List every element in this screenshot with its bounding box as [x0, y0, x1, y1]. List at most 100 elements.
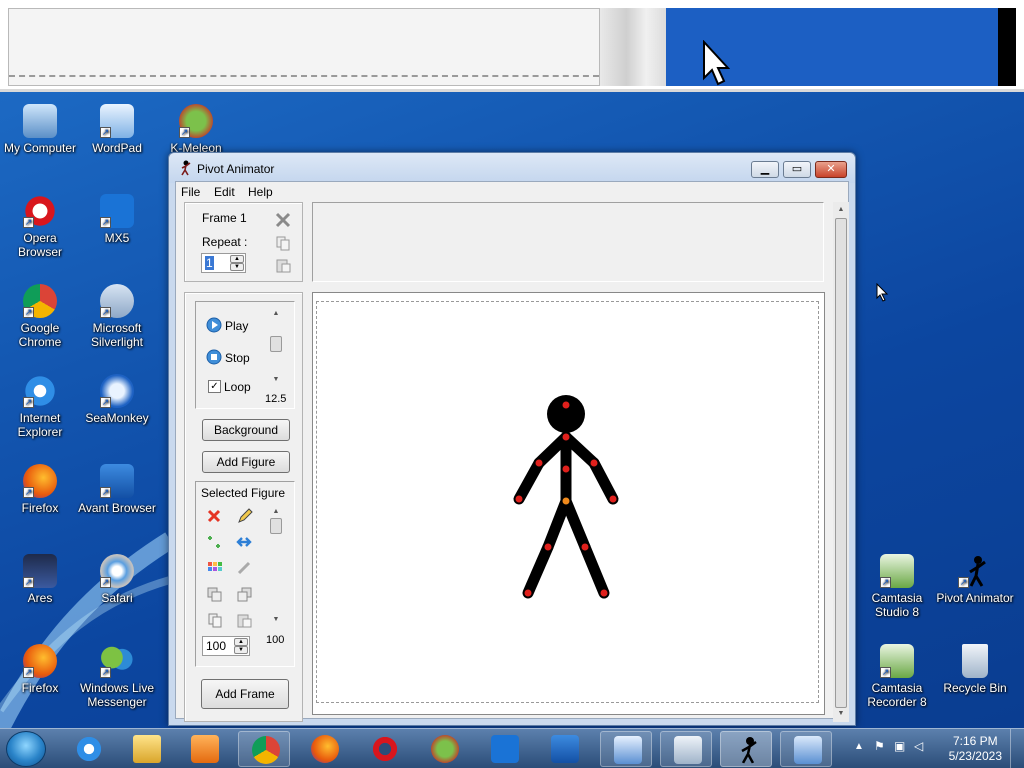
ares-icon: ↗	[23, 554, 57, 588]
figure-size-stepper[interactable]: 100 ▲ ▼	[202, 636, 250, 656]
join-figure-icon[interactable]	[236, 560, 254, 576]
taskbar-clock[interactable]: 7:16 PM 5/23/2023	[949, 734, 1002, 764]
copy-frame-icon[interactable]	[275, 235, 291, 251]
taskbar-pivot-animator[interactable]	[720, 731, 772, 767]
tray-network-alert-icon[interactable]: ⚑	[874, 739, 885, 753]
desktop-icon-mx5[interactable]: ↗ MX5	[77, 194, 157, 245]
taskbar-k-meleon[interactable]	[418, 731, 470, 767]
speed-slider-thumb[interactable]	[270, 336, 282, 352]
scroll-up-icon[interactable]: ▲	[833, 206, 849, 213]
selected-figure-box: Selected Figure 100 ▲ ▼ ▲ ▼ 100	[195, 481, 295, 667]
desktop-icon-firefox[interactable]: ↗ Firefox	[0, 464, 80, 515]
play-label[interactable]: Play	[225, 319, 248, 333]
repeat-stepper[interactable]: 1 ▲ ▼	[201, 253, 246, 273]
desktop-icon-safari[interactable]: ↗ Safari	[77, 554, 157, 605]
copy-figure-icon[interactable]	[206, 612, 224, 628]
taskbar-explorer[interactable]	[120, 731, 172, 767]
scroll-thumb[interactable]	[835, 218, 847, 708]
desktop-icon-opera[interactable]: ↗ Opera Browser	[0, 194, 80, 259]
scroll-down-icon[interactable]: ▼	[833, 710, 849, 717]
slider-down-icon[interactable]: ▼	[268, 616, 284, 623]
desktop-icon-pivot-animator[interactable]: ↗ Pivot Animator	[935, 554, 1015, 605]
delete-figure-icon[interactable]	[206, 508, 224, 524]
flip-figure-icon[interactable]	[206, 534, 224, 550]
mx5-icon: ↗	[100, 194, 134, 228]
taskbar-firefox[interactable]	[298, 731, 350, 767]
loop-label[interactable]: Loop	[224, 380, 251, 394]
desktop-icon-label: Camtasia Studio 8	[871, 591, 923, 619]
stepper-up-icon[interactable]: ▲	[230, 255, 244, 263]
tray-expand-icon[interactable]: ▲	[854, 741, 864, 752]
desktop-icon-internet-explorer[interactable]: ↗ Internet Explorer	[0, 374, 80, 439]
delete-frame-icon[interactable]	[275, 212, 291, 228]
desktop-icon-label: Avant Browser	[78, 501, 156, 515]
back-figure-icon[interactable]	[236, 586, 254, 602]
slider-down-icon[interactable]: ▼	[268, 376, 284, 383]
play-icon[interactable]	[206, 317, 222, 333]
opera-icon: ↗	[23, 194, 57, 228]
slider-up-icon[interactable]: ▲	[268, 310, 284, 317]
stepper-down-icon[interactable]: ▼	[234, 646, 248, 654]
paste-figure-icon[interactable]	[236, 612, 254, 628]
figure-scale-thumb[interactable]	[270, 518, 282, 534]
desktop-icon-k-meleon[interactable]: ↗ K-Meleon	[156, 104, 236, 155]
close-button[interactable]: ✕	[815, 161, 847, 178]
stepper-up-icon[interactable]: ▲	[234, 638, 248, 646]
desktop-icon-seamonkey[interactable]: ↗ SeaMonkey	[77, 374, 157, 425]
desktop-icon-windows-live-messenger[interactable]: ↗ Windows Live Messenger	[77, 644, 157, 709]
stop-label[interactable]: Stop	[225, 351, 250, 365]
taskbar-remote-desktop[interactable]	[660, 731, 712, 767]
taskbar-search-app[interactable]	[780, 731, 832, 767]
taskbar-opera[interactable]	[358, 731, 410, 767]
arrow-figure-icon[interactable]	[236, 534, 254, 550]
paste-frame-icon[interactable]	[275, 257, 291, 273]
desktop-icon-label: Firefox	[21, 501, 59, 515]
show-desktop-button[interactable]	[1010, 729, 1024, 768]
repeat-label: Repeat :	[202, 235, 248, 249]
stick-figure[interactable]	[313, 293, 826, 716]
add-figure-button[interactable]: Add Figure	[202, 451, 290, 473]
pivot-animator-icon: ↗	[958, 554, 992, 588]
front-figure-icon[interactable]	[206, 586, 224, 602]
slider-up-icon[interactable]: ▲	[268, 508, 284, 515]
taskbar-internet-explorer[interactable]	[62, 731, 114, 767]
maximize-button[interactable]: ▭	[783, 161, 811, 178]
desktop-icon-wordpad[interactable]: ↗ WordPad	[77, 104, 157, 155]
desktop-icon-chrome[interactable]: ↗ Google Chrome	[0, 284, 80, 349]
taskbar-action-center[interactable]	[600, 731, 652, 767]
desktop-icon-recycle-bin[interactable]: Recycle Bin	[935, 644, 1015, 695]
animation-canvas[interactable]	[312, 292, 825, 715]
desktop-icon-firefox-2[interactable]: ↗ Firefox	[0, 644, 80, 695]
frame-strip[interactable]	[312, 202, 824, 282]
menu-edit[interactable]: Edit	[214, 185, 235, 199]
desktop-icon-camtasia-recorder[interactable]: ↗ Camtasia Recorder 8	[857, 644, 937, 709]
speed-slider[interactable]: ▲ ▼	[268, 308, 284, 386]
menu-file[interactable]: File	[181, 185, 200, 199]
taskbar-avant[interactable]	[538, 731, 590, 767]
stop-icon[interactable]	[206, 349, 222, 365]
mx5-icon	[491, 735, 519, 763]
figure-scale-slider[interactable]: ▲ ▼	[268, 506, 284, 626]
loop-checkbox[interactable]: ✓	[208, 380, 221, 393]
color-figure-icon[interactable]	[206, 560, 224, 576]
desktop-icon-silverlight[interactable]: ↗ Microsoft Silverlight	[77, 284, 157, 349]
minimize-button[interactable]: ▁	[751, 161, 779, 178]
window-titlebar[interactable]: Pivot Animator ▁ ▭ ✕	[169, 153, 855, 183]
tray-network-icon[interactable]: ▣	[894, 739, 905, 753]
desktop-icon-ares[interactable]: ↗ Ares	[0, 554, 80, 605]
desktop-icon-avant-browser[interactable]: ↗ Avant Browser	[77, 464, 157, 515]
background-button[interactable]: Background	[202, 419, 290, 441]
taskbar-media-player[interactable]	[178, 731, 230, 767]
menu-help[interactable]: Help	[248, 185, 273, 199]
taskbar-chrome[interactable]	[238, 731, 290, 767]
edit-figure-icon[interactable]	[236, 508, 254, 524]
desktop-icon-camtasia-studio[interactable]: ↗ Camtasia Studio 8	[857, 554, 937, 619]
taskbar-mx5[interactable]	[478, 731, 530, 767]
desktop-icon-my-computer[interactable]: My Computer	[0, 104, 80, 155]
start-button[interactable]	[6, 731, 46, 767]
internet-explorer-icon	[75, 735, 103, 763]
stepper-down-icon[interactable]: ▼	[230, 263, 244, 271]
add-frame-button[interactable]: Add Frame	[201, 679, 289, 709]
window-scrollbar[interactable]: ▲ ▼	[833, 202, 849, 722]
tray-volume-muted-icon[interactable]: ◁	[914, 739, 923, 753]
